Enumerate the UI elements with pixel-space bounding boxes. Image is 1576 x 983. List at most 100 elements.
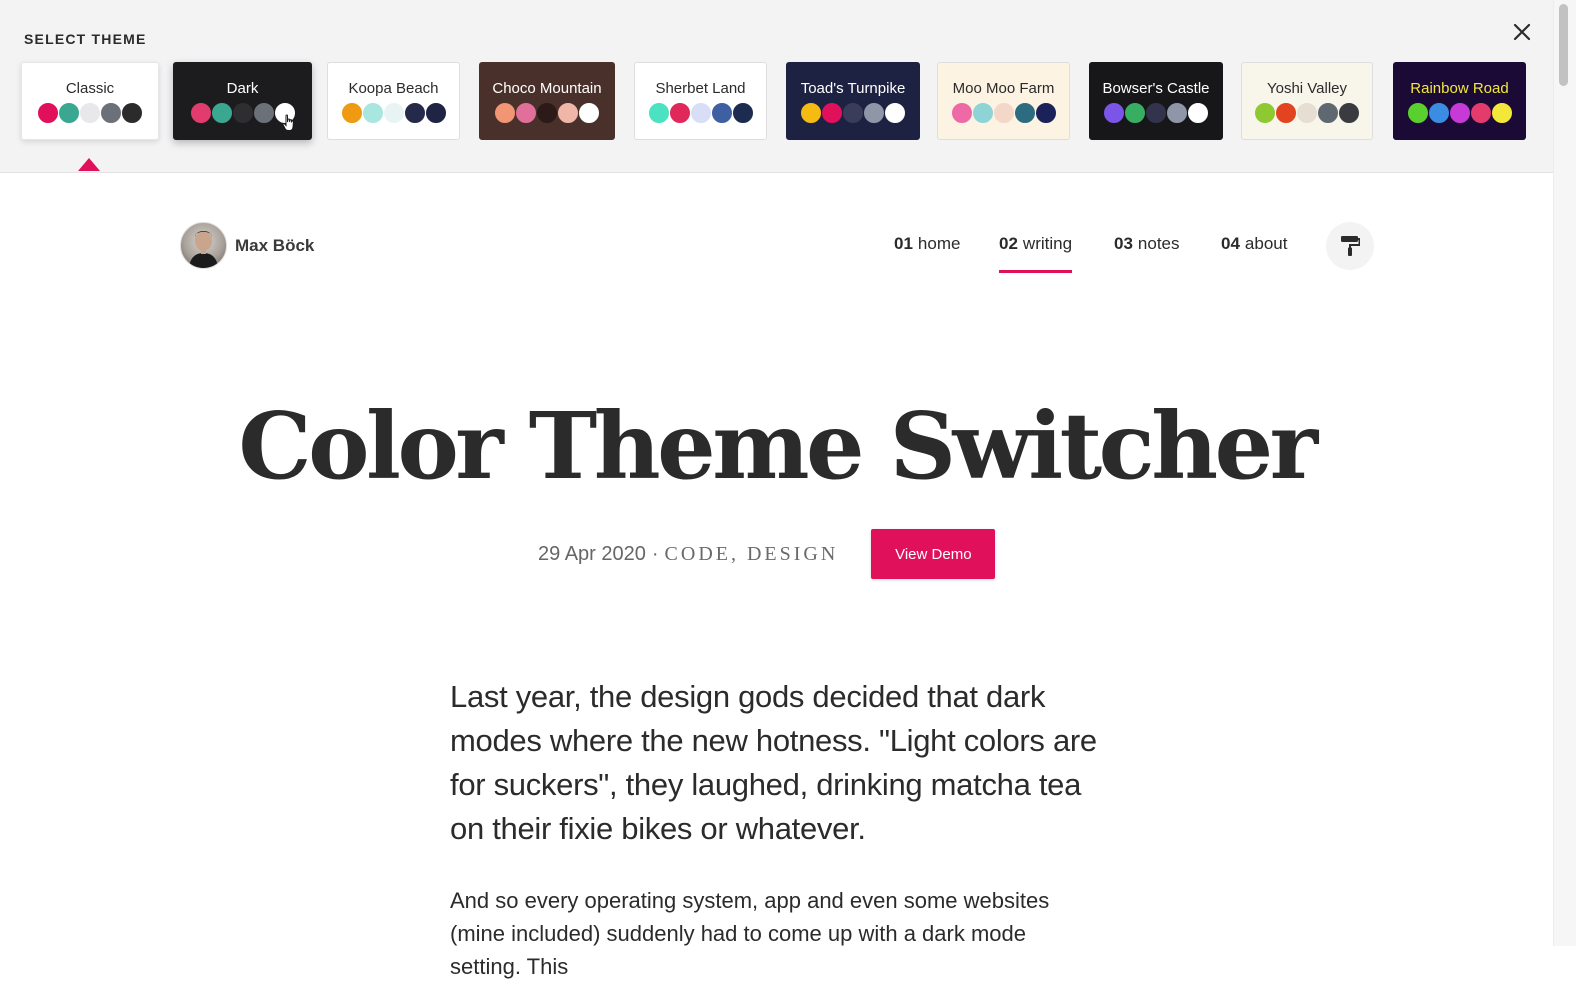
avatar-portrait-icon xyxy=(189,231,218,268)
theme-card-toad-s-turnpike[interactable]: Toad's Turnpike xyxy=(786,62,920,140)
theme-name: Rainbow Road xyxy=(1410,80,1509,97)
color-swatch xyxy=(821,102,843,124)
color-swatch xyxy=(1406,102,1429,124)
color-swatch xyxy=(37,102,59,124)
theme-swatches xyxy=(938,102,1069,126)
close-button[interactable] xyxy=(1508,18,1536,46)
nav-number: 03 xyxy=(1114,234,1133,253)
brand-name: Max Böck xyxy=(235,235,315,255)
color-swatch xyxy=(1124,102,1146,124)
theme-name: Sherbet Land xyxy=(655,80,746,97)
color-swatch xyxy=(1296,102,1318,124)
color-swatch xyxy=(1338,102,1360,124)
color-swatch xyxy=(884,102,906,124)
color-swatch xyxy=(424,102,447,124)
color-swatch xyxy=(1187,102,1209,124)
color-swatch xyxy=(1166,102,1188,124)
color-swatch xyxy=(361,102,384,124)
color-swatch xyxy=(1254,102,1276,124)
color-swatch xyxy=(842,102,864,124)
color-swatch xyxy=(710,102,733,124)
scrollbar[interactable] xyxy=(1553,0,1576,946)
body-paragraph: And so every operating system, app and e… xyxy=(450,888,1050,979)
color-swatch xyxy=(1013,102,1036,124)
theme-name: Moo Moo Farm xyxy=(952,80,1055,97)
theme-card-classic[interactable]: Classic xyxy=(21,62,159,140)
theme-card-yoshi-valley[interactable]: Yoshi Valley xyxy=(1241,62,1373,140)
theme-toggle-button[interactable] xyxy=(1326,222,1374,270)
theme-card-sherbet-land[interactable]: Sherbet Land xyxy=(634,62,767,140)
theme-card-bowser-s-castle[interactable]: Bowser's Castle xyxy=(1089,62,1223,140)
color-swatch xyxy=(231,102,254,124)
color-swatch xyxy=(1448,102,1471,124)
color-swatch xyxy=(210,102,233,124)
theme-name: Choco Mountain xyxy=(492,80,602,97)
theme-list: Classic Dark Koopa Beach Choco Mountain Sher… xyxy=(0,0,1553,172)
color-swatch xyxy=(950,102,973,124)
page-title: Color Theme Switcher xyxy=(238,392,1318,500)
theme-swatches xyxy=(1090,102,1222,126)
theme-picker-panel: SELECT THEME Classic Dark Koopa Beach Choco… xyxy=(0,0,1553,173)
color-swatch xyxy=(515,102,537,124)
color-swatch xyxy=(800,102,822,124)
post-date: 29 Apr 2020 xyxy=(538,542,646,565)
color-swatch xyxy=(100,102,122,124)
theme-swatches xyxy=(22,102,158,126)
color-swatch xyxy=(647,102,670,124)
color-swatch xyxy=(689,102,712,124)
color-swatch xyxy=(668,102,691,124)
color-swatch xyxy=(971,102,994,124)
color-swatch xyxy=(578,102,600,124)
theme-card-moo-moo-farm[interactable]: Moo Moo Farm xyxy=(937,62,1070,140)
nav-item-writing[interactable]: 02 writing xyxy=(999,234,1073,273)
theme-swatches xyxy=(787,102,919,126)
post-tags[interactable]: CODE, DESIGN xyxy=(665,543,839,566)
color-swatch xyxy=(863,102,885,124)
theme-swatches xyxy=(328,102,459,126)
scrollbar-thumb[interactable] xyxy=(1559,4,1568,86)
post-meta: 29 Apr 2020 · CODE, DESIGN View Demo xyxy=(538,529,996,579)
nav-label: about xyxy=(1244,234,1288,253)
theme-swatches xyxy=(1394,102,1525,126)
nav-item-about[interactable]: 04 about xyxy=(1221,234,1287,270)
color-swatch xyxy=(382,102,405,124)
color-swatch xyxy=(340,102,363,124)
color-swatch xyxy=(494,102,516,124)
theme-name: Classic xyxy=(65,80,115,97)
theme-name: Toad's Turnpike xyxy=(800,80,906,97)
site-header: Max Böck 01 home 02 writing 03 notes 04 abou… xyxy=(180,220,1375,273)
nav-label: writing xyxy=(1022,234,1073,253)
meta-separator: · xyxy=(651,542,659,565)
brand-link[interactable]: Max Böck xyxy=(180,222,314,269)
nav-number: 04 xyxy=(1221,234,1240,253)
color-swatch xyxy=(1103,102,1125,124)
nav-label: notes xyxy=(1137,234,1180,253)
theme-swatches xyxy=(635,102,766,126)
nav-item-notes[interactable]: 03 notes xyxy=(1114,234,1180,270)
lead-paragraph: Last year, the design gods decided that … xyxy=(450,679,1097,846)
theme-swatches xyxy=(480,102,614,126)
theme-name: Dark xyxy=(226,80,259,97)
color-swatch xyxy=(557,102,579,124)
theme-card-rainbow-road[interactable]: Rainbow Road xyxy=(1393,62,1526,140)
color-swatch xyxy=(1275,102,1297,124)
close-icon xyxy=(1513,23,1531,41)
nav-item-home[interactable]: 01 home xyxy=(894,234,960,270)
color-swatch xyxy=(1317,102,1339,124)
color-swatch xyxy=(1427,102,1450,124)
view-demo-button[interactable]: View Demo xyxy=(871,529,996,579)
theme-name: Yoshi Valley xyxy=(1266,80,1348,97)
nav-number: 01 xyxy=(894,234,913,253)
color-swatch xyxy=(1469,102,1492,124)
active-theme-indicator xyxy=(78,158,100,171)
theme-card-choco-mountain[interactable]: Choco Mountain xyxy=(479,62,615,140)
theme-card-koopa-beach[interactable]: Koopa Beach xyxy=(327,62,460,140)
color-swatch xyxy=(252,102,275,124)
color-swatch xyxy=(121,102,143,124)
color-swatch xyxy=(1034,102,1057,124)
color-swatch xyxy=(992,102,1015,124)
color-swatch xyxy=(58,102,80,124)
avatar xyxy=(180,222,227,269)
paint-roller-icon xyxy=(1341,236,1360,256)
color-swatch xyxy=(189,102,212,124)
